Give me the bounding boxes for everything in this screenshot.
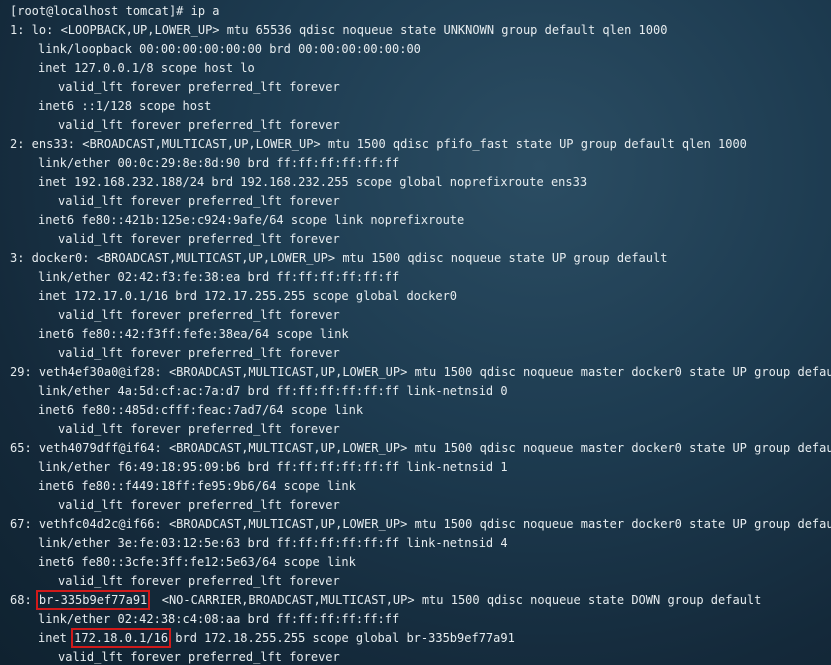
terminal-line: inet6 fe80::421b:125e:c924:9afe/64 scope…	[38, 213, 465, 227]
terminal-line: valid_lft forever preferred_lft forever	[58, 232, 340, 246]
terminal-line: link/ether 4a:5d:cf:ac:7a:d7 brd ff:ff:f…	[38, 384, 508, 398]
terminal-line: inet6 fe80::42:f3ff:fefe:38ea/64 scope l…	[38, 327, 349, 341]
inet-details: brd 172.18.255.255 scope global br-335b9…	[168, 631, 515, 645]
terminal-line: inet6 fe80::f449:18ff:fe95:9b6/64 scope …	[38, 479, 356, 493]
terminal-line: link/ether 02:42:f3:fe:38:ea brd ff:ff:f…	[38, 270, 400, 284]
terminal-line: inet6 ::1/128 scope host	[38, 99, 212, 113]
terminal-line: link/ether f6:49:18:95:09:b6 brd ff:ff:f…	[38, 460, 508, 474]
terminal-line: inet 127.0.0.1/8 scope host lo	[38, 61, 255, 75]
terminal-line: inet 172.17.0.1/16 brd 172.17.255.255 sc…	[38, 289, 458, 303]
terminal-line: 1: lo: <LOOPBACK,UP,LOWER_UP> mtu 65536 …	[10, 23, 668, 37]
terminal-line: link/ether 3e:fe:03:12:5e:63 brd ff:ff:f…	[38, 536, 508, 550]
terminal-line: valid_lft forever preferred_lft forever	[58, 80, 340, 94]
terminal-line: valid_lft forever preferred_lft forever	[58, 574, 340, 588]
inet-keyword: inet	[38, 631, 75, 645]
terminal-line: valid_lft forever preferred_lft forever	[58, 118, 340, 132]
terminal-window[interactable]: [root@localhost tomcat]# ip a 1: lo: <LOO…	[0, 0, 831, 665]
terminal-line: 65: veth4079dff@if64: <BROADCAST,MULTICA…	[10, 441, 831, 455]
highlighted-interface-name: br-335b9ef77a91	[35, 590, 151, 610]
terminal-line: valid_lft forever preferred_lft forever	[58, 346, 340, 360]
terminal-line-br-valid: valid_lft forever preferred_lft forever	[58, 650, 340, 664]
terminal-line: inet 192.168.232.188/24 brd 192.168.232.…	[38, 175, 588, 189]
terminal-line-br-inet: inet 172.18.0.1/16 brd 172.18.255.255 sc…	[0, 628, 831, 648]
terminal-line: valid_lft forever preferred_lft forever	[58, 498, 340, 512]
terminal-line: valid_lft forever preferred_lft forever	[58, 308, 340, 322]
interface-index: 68:	[10, 593, 39, 607]
highlighted-ip-address: 172.18.0.1/16	[71, 628, 172, 648]
terminal-line: inet6 fe80::485d:cfff:feac:7ad7/64 scope…	[38, 403, 364, 417]
terminal-line: valid_lft forever preferred_lft forever	[58, 194, 340, 208]
terminal-line: 67: vethfc04d2c@if66: <BROADCAST,MULTICA…	[10, 517, 831, 531]
terminal-line-br-link: link/ether 02:42:38:c4:08:aa brd ff:ff:f…	[38, 612, 400, 626]
terminal-line: valid_lft forever preferred_lft forever	[58, 422, 340, 436]
command-prompt-line: [root@localhost tomcat]# ip a	[10, 4, 220, 18]
terminal-line: 3: docker0: <BROADCAST,MULTICAST,UP,LOWE…	[10, 251, 668, 265]
terminal-line-br-header: 68: br-335b9ef77a91 <NO-CARRIER,BROADCAS…	[0, 590, 831, 610]
terminal-output: [root@localhost tomcat]# ip a 1: lo: <LOO…	[0, 2, 831, 591]
terminal-line: link/loopback 00:00:00:00:00:00 brd 00:0…	[38, 42, 421, 56]
terminal-line: 2: ens33: <BROADCAST,MULTICAST,UP,LOWER_…	[10, 137, 747, 151]
interface-flags: <NO-CARRIER,BROADCAST,MULTICAST,UP> mtu …	[147, 593, 762, 607]
terminal-line: 29: veth4ef30a0@if28: <BROADCAST,MULTICA…	[10, 365, 831, 379]
terminal-line: inet6 fe80::3cfe:3ff:fe12:5e63/64 scope …	[38, 555, 356, 569]
terminal-line: link/ether 00:0c:29:8e:8d:90 brd ff:ff:f…	[38, 156, 400, 170]
